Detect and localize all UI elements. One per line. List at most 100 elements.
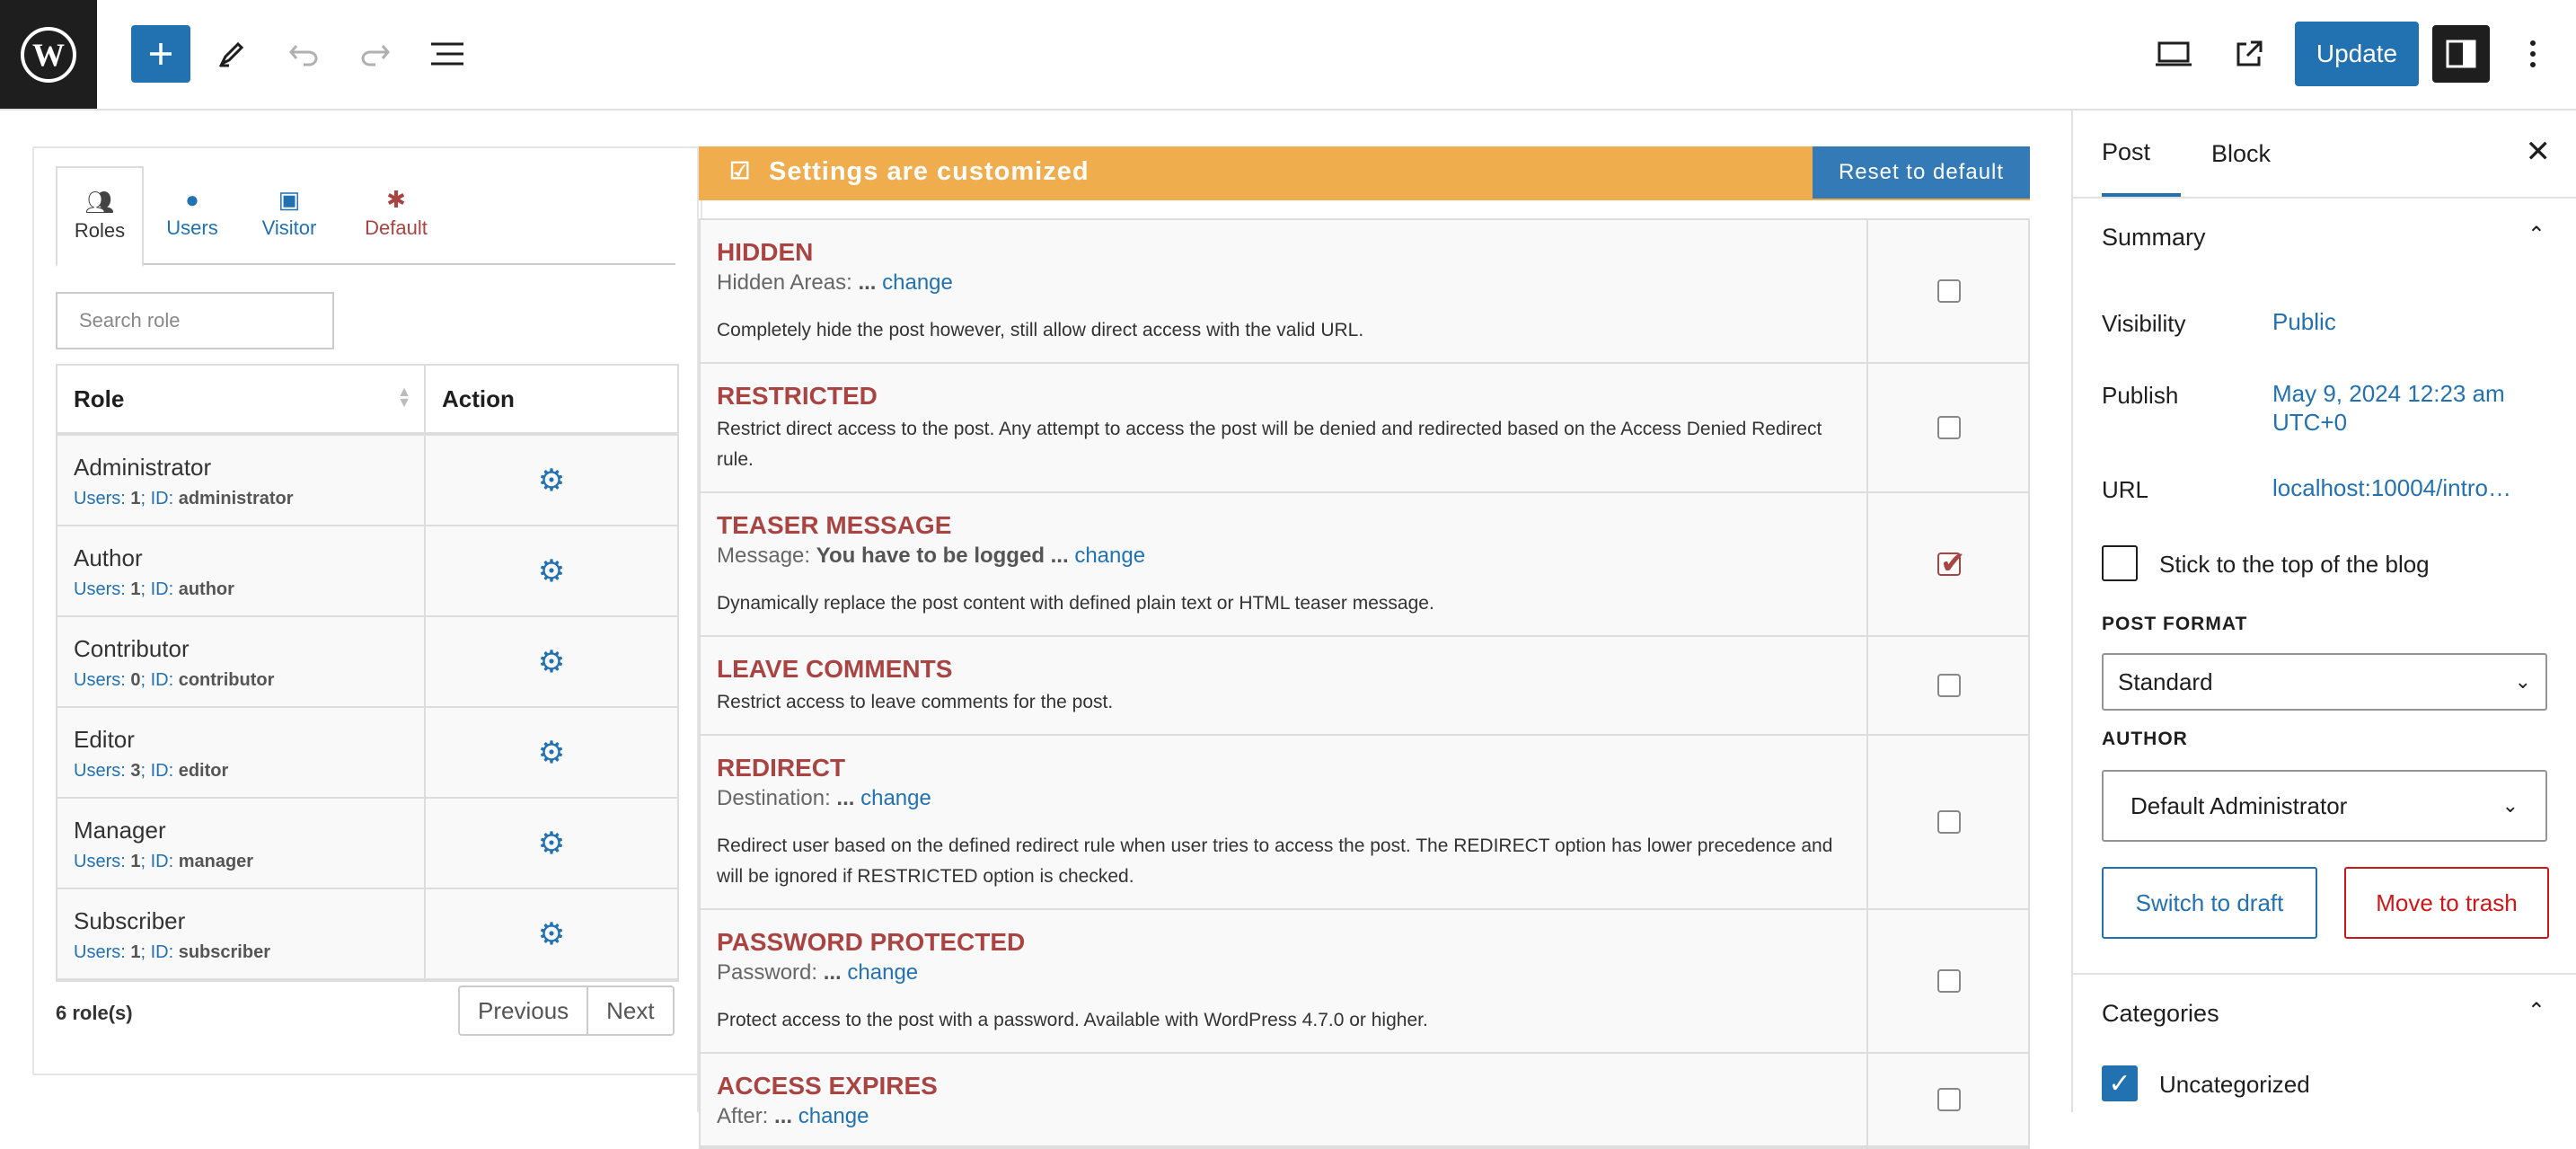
change-link[interactable]: change [860, 786, 931, 810]
wordpress-logo-icon[interactable]: W [0, 0, 97, 109]
option-title: LEAVE COMMENTS [717, 655, 953, 683]
access-option-teaser-message: TEASER MESSAGE Message: You have to be lo… [701, 493, 2028, 637]
role-id: administrator [178, 489, 294, 508]
list-view-button[interactable] [419, 22, 476, 86]
categories-heading[interactable]: Categories [2102, 1000, 2219, 1028]
users-count: 0 [130, 670, 141, 690]
users-label: Users: [74, 942, 126, 962]
option-checkbox[interactable] [1937, 674, 1961, 697]
tab-post[interactable]: Post [2102, 110, 2181, 197]
device-preview-button[interactable] [2145, 22, 2202, 86]
author-select[interactable]: Default Administrator ⌄ [2102, 770, 2547, 842]
next-page-button[interactable]: Next [587, 987, 672, 1034]
options-menu-button[interactable] [2504, 22, 2562, 86]
option-setting: Hidden Areas: ... change [717, 270, 1850, 296]
summary-heading[interactable]: Summary [2102, 224, 2206, 252]
tab-default[interactable]: ✱ Default [347, 166, 446, 261]
publish-date-value[interactable]: May 9, 2024 12:23 am UTC+0 [2272, 379, 2542, 437]
option-checkbox[interactable] [1937, 545, 1966, 581]
redo-icon [361, 45, 390, 66]
close-icon[interactable]: ✕ [2526, 134, 2552, 170]
tab-label: Users [166, 217, 218, 239]
users-label: Users: [74, 489, 126, 508]
option-title: ACCESS EXPIRES [717, 1072, 938, 1100]
option-checkbox[interactable] [1937, 1088, 1961, 1111]
gear-icon[interactable]: ⚙ [538, 647, 565, 677]
chevron-down-icon: ⌄ [2501, 794, 2519, 817]
visibility-value[interactable]: Public [2272, 307, 2336, 336]
change-link[interactable]: change [798, 1104, 869, 1128]
users-label: Users: [74, 852, 126, 871]
category-checkbox[interactable]: ✓ [2102, 1065, 2138, 1101]
undo-button[interactable] [275, 22, 332, 86]
asterisk-icon: ✱ [386, 186, 406, 213]
users-icon: 👥︎ [84, 189, 115, 216]
role-id: contributor [178, 670, 275, 690]
sticky-checkbox[interactable] [2102, 545, 2138, 581]
subject-tabs: 👥︎ Roles ● Users ▣ Visitor ✱ Default [56, 166, 675, 267]
previous-page-button[interactable]: Previous [460, 987, 587, 1034]
option-description: Protect access to the post with a passwo… [717, 1010, 1428, 1030]
publish-label: Publish [2102, 382, 2179, 409]
chevron-up-icon[interactable]: ⌃ [2527, 998, 2545, 1024]
users-label: Users: [74, 579, 126, 599]
access-options-list: HIDDEN Hidden Areas: ... change Completely… [699, 218, 2030, 1149]
users-count: 1 [130, 579, 141, 599]
gear-icon[interactable]: ⚙ [538, 738, 565, 768]
tab-label: Roles [74, 219, 126, 242]
view-post-button[interactable] [2220, 22, 2278, 86]
chevron-up-icon[interactable]: ⌃ [2527, 222, 2545, 248]
id-label: ; ID: [140, 579, 174, 599]
search-role-input[interactable]: Search role [56, 292, 334, 349]
tools-button[interactable] [203, 22, 260, 86]
post-format-select[interactable]: Standard ⌄ [2102, 653, 2547, 711]
table-header: Role ▲ ▼ Action [57, 366, 677, 436]
url-value[interactable]: localhost:10004/intro… [2272, 473, 2511, 502]
desktop-icon [2156, 41, 2192, 66]
option-checkbox[interactable] [1937, 416, 1961, 439]
role-id: manager [178, 852, 254, 871]
gear-icon[interactable]: ⚙ [538, 828, 565, 859]
option-checkbox[interactable] [1937, 969, 1961, 993]
settings-sidebar-toggle[interactable] [2432, 25, 2490, 83]
option-checkbox[interactable] [1937, 279, 1961, 303]
change-link[interactable]: change [1074, 544, 1145, 568]
tab-label: Visitor [261, 217, 317, 239]
gear-icon[interactable]: ⚙ [538, 465, 565, 496]
add-block-button[interactable] [131, 25, 190, 83]
switch-to-draft-button[interactable]: Switch to draft [2102, 867, 2317, 939]
id-label: ; ID: [140, 670, 174, 690]
tab-roles[interactable]: 👥︎ Roles [56, 166, 144, 267]
role-column-header[interactable]: Role ▲ ▼ [57, 366, 426, 432]
action-column-header: Action [442, 384, 515, 412]
customized-banner: ☑ Settings are customized Reset to defau… [699, 146, 2030, 200]
list-view-icon [431, 42, 463, 66]
role-cell: Editor Users: 3; ID: editor [57, 708, 426, 797]
action-cell: ⚙ [428, 889, 675, 978]
change-link[interactable]: change [847, 960, 918, 985]
move-to-trash-button[interactable]: Move to trash [2344, 867, 2549, 939]
tab-visitor[interactable]: ▣ Visitor [244, 166, 334, 261]
option-title: HIDDEN [717, 238, 814, 266]
id-label: ; ID: [140, 852, 174, 871]
update-button[interactable]: Update [2295, 22, 2419, 86]
setting-label: Hidden Areas: [717, 270, 852, 295]
role-id: subscriber [178, 942, 270, 962]
redo-button[interactable] [347, 22, 404, 86]
option-title: REDIRECT [717, 754, 846, 782]
tab-users[interactable]: ● Users [154, 166, 230, 261]
reset-to-default-button[interactable]: Reset to default [1813, 146, 2030, 199]
option-checkbox-cell [1868, 364, 2030, 491]
option-checkbox-cell [1868, 1054, 2030, 1145]
setting-value: You have to be logged ... [816, 544, 1069, 568]
roles-count: 6 role(s) [56, 1002, 133, 1024]
setting-value: ... [774, 1104, 793, 1128]
tab-block[interactable]: Block [2211, 110, 2271, 197]
option-checkbox[interactable] [1937, 810, 1961, 834]
change-link[interactable]: change [882, 270, 953, 295]
banner-text: Settings are customized [769, 157, 1090, 186]
pencil-icon [218, 41, 244, 67]
role-name: Author [74, 544, 143, 571]
gear-icon[interactable]: ⚙ [538, 556, 565, 587]
gear-icon[interactable]: ⚙ [538, 919, 565, 950]
